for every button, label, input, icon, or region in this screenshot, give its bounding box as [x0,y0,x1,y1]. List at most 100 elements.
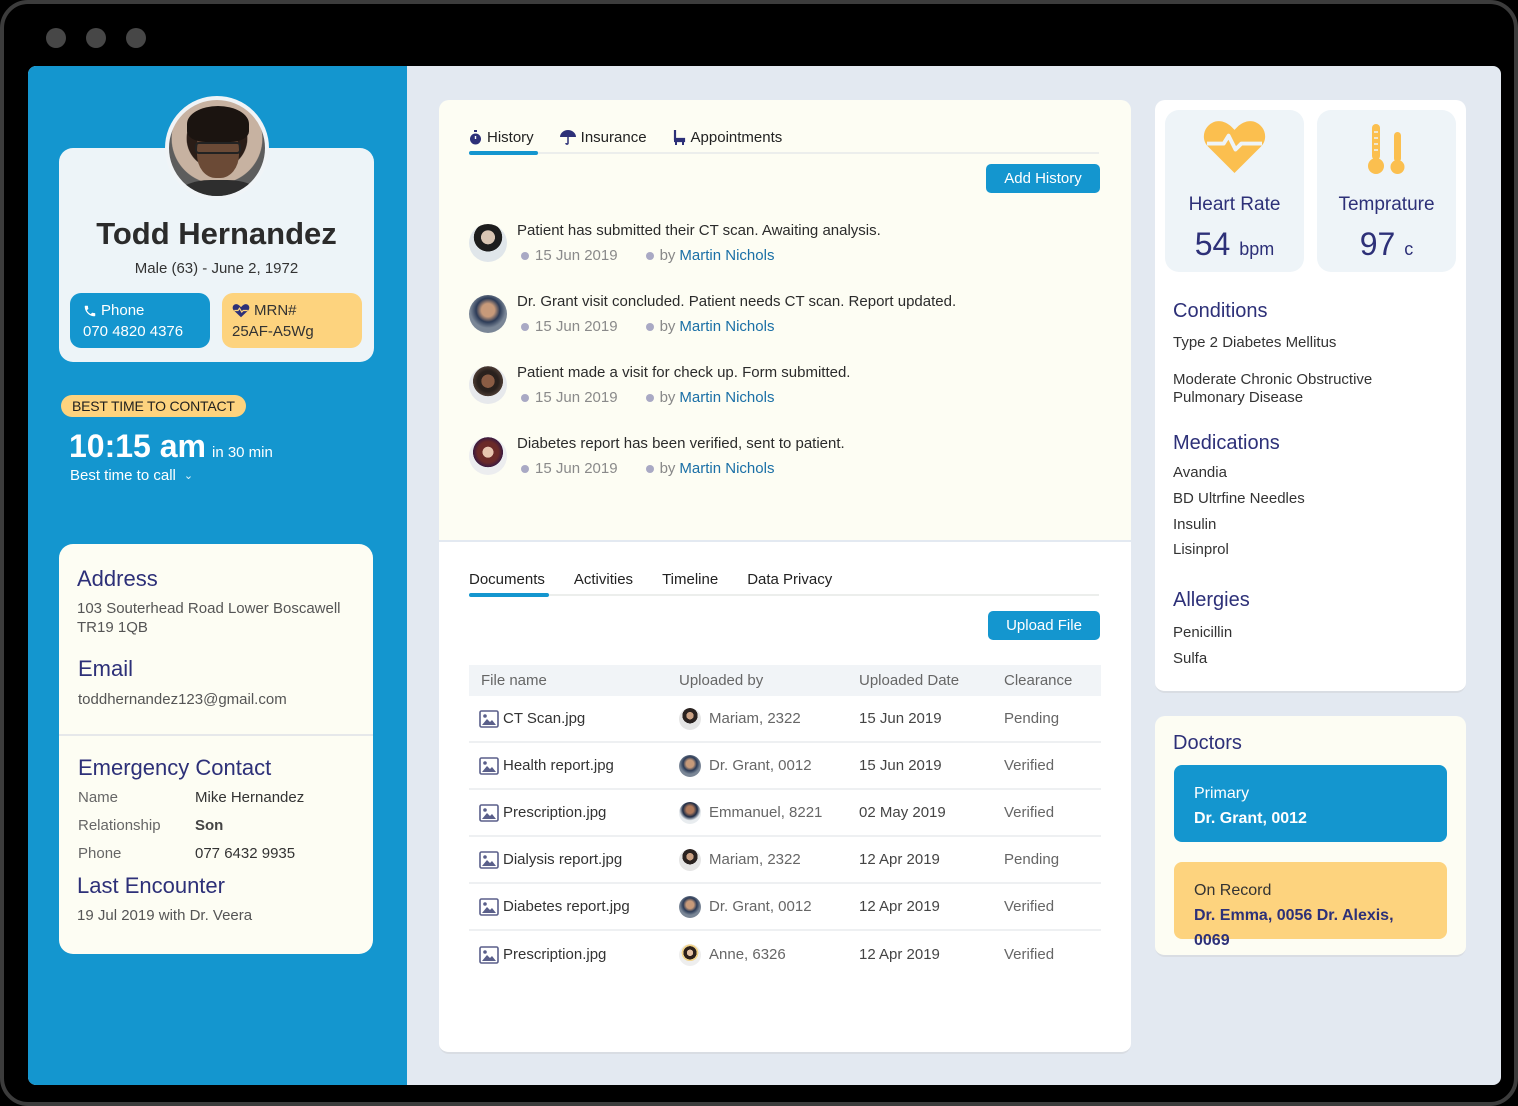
tab-documents[interactable]: Documents [469,564,549,597]
image-file-icon [479,756,499,775]
history-item[interactable]: Patient made a visit for check up. Form … [469,364,1089,414]
on-record-doctors-card[interactable]: On Record Dr. Emma, 0056 Dr. Alexis, 006… [1174,862,1447,949]
heart-rate-unit: bpm [1239,239,1275,259]
author-link[interactable]: Martin Nichols [679,247,774,264]
thermometer-icon [1367,124,1407,176]
tab-insurance[interactable]: Insurance [559,122,647,152]
image-file-icon [479,945,499,964]
uploader-cell: Dr. Grant, 0012 [669,754,859,777]
phone-icon [83,304,97,318]
column-header-clearance[interactable]: Clearance [1004,672,1101,689]
window-dot-close[interactable] [46,28,66,48]
tab-timeline[interactable]: Timeline [662,564,718,594]
file-name: Health report.jpg [503,757,614,774]
emergency-phone-row: Phone 077 6432 9935 [78,845,295,862]
window-dot-maximize[interactable] [126,28,146,48]
author-link[interactable]: Martin Nichols [679,318,774,335]
uploader-name: Dr. Grant, 0012 [709,757,812,774]
last-encounter-heading: Last Encounter [77,873,225,898]
history-item[interactable]: Patient has submitted their CT scan. Awa… [469,222,1089,272]
emergency-key: Phone [78,845,122,862]
table-row[interactable]: Dialysis report.jpg Mariam, 2322 12 Apr 20… [469,837,1101,884]
emergency-value: Mike Hernandez [195,789,305,806]
tab-history-label: History [487,128,534,146]
history-date: 15 Jun 2019 [535,318,618,335]
best-time-relative: in 30 min [211,444,273,461]
umbrella-icon [559,129,576,145]
emergency-key: Name [78,789,119,806]
column-header-file[interactable]: File name [469,672,669,689]
tab-appointments[interactable]: Appointments [673,122,782,152]
best-time-display: 10:15 am in 30 min [69,428,273,465]
clearance-status: Verified [1004,804,1055,821]
table-row[interactable]: CT Scan.jpg Mariam, 2322 15 Jun 2019 Pendin… [469,696,1101,743]
file-name: Prescription.jpg [503,946,607,963]
app-screen: Todd Hernandez Male (63) - June 2, 1972 … [28,66,1501,1085]
table-row[interactable]: Prescription.jpg Anne, 6326 12 Apr 2019 Ver… [469,931,1101,978]
avatar [679,943,701,966]
history-item[interactable]: Diabetes report has been verified, sent … [469,435,1089,485]
tab-activities[interactable]: Activities [574,564,633,594]
table-row[interactable]: Health report.jpg Dr. Grant, 0012 15 Jun 2… [469,743,1101,790]
primary-doctor-name: Dr. Grant, 0012 [1194,810,1307,827]
condition-item: Moderate Chronic Obstructive Pulmonary D… [1173,371,1373,406]
history-item[interactable]: Dr. Grant visit concluded. Patient needs… [469,293,1089,343]
emergency-relationship-row: Relationship Son [78,817,223,834]
file-name-cell[interactable]: Prescription.jpg [469,945,669,964]
medication-item: Avandia [1173,464,1227,481]
stopwatch-icon [469,129,482,145]
history-text: Patient made a visit for check up. Form … [517,364,851,381]
tab-data-privacy-label: Data Privacy [747,570,833,588]
uploader-cell: Emmanuel, 8221 [669,801,859,824]
history-date: 15 Jun 2019 [535,389,618,406]
tab-documents-label: Documents [469,570,545,588]
chair-icon [673,129,686,145]
history-date: 15 Jun 2019 [535,247,618,264]
best-time-dropdown[interactable]: Best time to call ⌄ [70,467,193,484]
primary-doctor-card[interactable]: Primary Dr. Grant, 0012 [1174,765,1447,842]
emergency-value: 077 6432 9935 [195,845,296,862]
medications-heading: Medications [1173,432,1280,454]
email-value[interactable]: toddhernandez123@gmail.com [78,690,287,709]
table-row[interactable]: Prescription.jpg Emmanuel, 8221 02 May 201… [469,790,1101,837]
column-header-date[interactable]: Uploaded Date [859,672,1004,689]
best-time-value: 10:15 am [69,428,206,464]
history-text: Patient has submitted their CT scan. Awa… [517,222,881,239]
emergency-name-row: Name Mike Hernandez [78,789,304,806]
file-name-cell[interactable]: Prescription.jpg [469,803,669,822]
allergy-item: Sulfa [1173,650,1208,667]
mrn-value: 25AF-A5Wg [232,323,314,340]
file-name-cell[interactable]: Health report.jpg [469,756,669,775]
history-date: 15 Jun 2019 [535,460,618,477]
history-text: Dr. Grant visit concluded. Patient needs… [517,293,957,310]
documents-table: File name Uploaded by Uploaded Date Clea… [469,665,1101,978]
contact-info-card: Address 103 Souterhead Road Lower Boscaw… [59,544,373,954]
file-name-cell[interactable]: Dialysis report.jpg [469,850,669,869]
file-name-cell[interactable]: CT Scan.jpg [469,709,669,728]
mrn-label: MRN# [254,302,297,319]
image-file-icon [479,709,499,728]
column-header-uploader[interactable]: Uploaded by [669,672,859,689]
heart-rate-label: Heart Rate [1188,194,1281,215]
history-panel: History Insurance Appointments Add Histo… [439,100,1131,540]
heart-rate-card: Heart Rate 54 bpm [1165,110,1304,272]
phone-pill[interactable]: Phone 070 4820 4376 [70,293,210,348]
documents-tabs: Documents Activities Timeline Data Priva… [469,564,1099,597]
medication-item: Insulin [1173,516,1217,533]
file-name-cell[interactable]: Diabetes report.jpg [469,897,669,916]
add-history-button[interactable]: Add History [986,164,1100,193]
uploader-cell: Mariam, 2322 [669,707,859,730]
patient-avatar [165,96,269,200]
author-link[interactable]: Martin Nichols [679,460,774,477]
mrn-pill[interactable]: MRN# 25AF-A5Wg [222,293,362,348]
on-record-names: Dr. Emma, 0056 Dr. Alexis, 0069 [1194,907,1394,949]
tab-data-privacy[interactable]: Data Privacy [747,564,832,594]
tab-history[interactable]: History [469,122,538,155]
table-row[interactable]: Diabetes report.jpg Dr. Grant, 0012 12 Apr… [469,884,1101,931]
upload-file-button[interactable]: Upload File [988,611,1100,640]
author-link[interactable]: Martin Nichols [679,389,774,406]
phone-number: 070 4820 4376 [83,323,184,340]
window-dot-minimize[interactable] [86,28,106,48]
clearance-status: Pending [1004,851,1060,868]
history-meta: 15 Jun 2019 by Martin Nichols [521,389,774,406]
